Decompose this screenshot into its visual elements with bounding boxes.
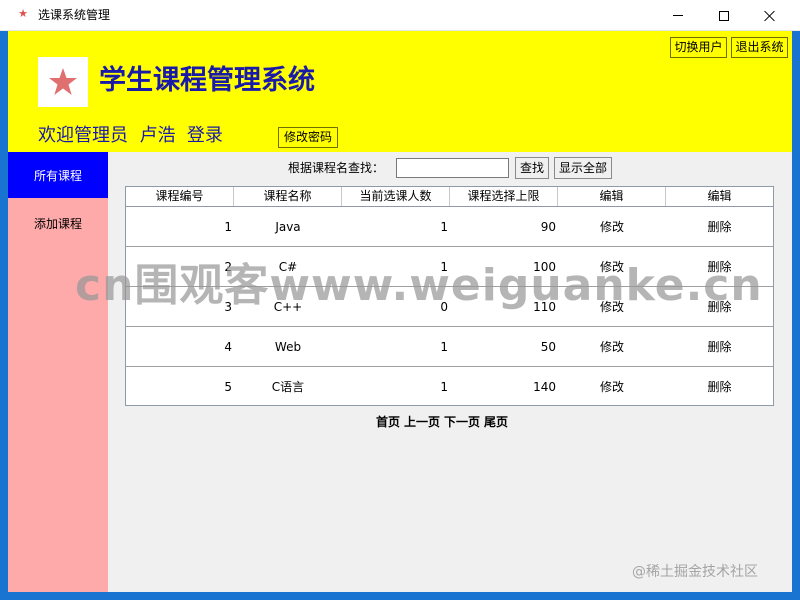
cell-course-name: C语言 <box>271 380 305 394</box>
cell-course-id: 1 <box>224 220 232 234</box>
change-password-button[interactable]: 修改密码 <box>278 127 338 148</box>
table-header: 课程编号 课程名称 当前选课人数 课程选择上限 编辑 编辑 <box>126 187 773 207</box>
window-frame-bottom <box>0 592 800 600</box>
delete-course-button[interactable]: 删除 <box>666 207 773 246</box>
edit-course-button[interactable]: 修改 <box>558 207 666 246</box>
watermark-overlay: cn围观客www.weiguanke.cn <box>75 260 763 311</box>
delete-course-button[interactable]: 删除 <box>666 327 773 366</box>
logo <box>38 57 88 107</box>
column-header-current-enrollment[interactable]: 当前选课人数 <box>342 187 450 206</box>
window-title: 选课系统管理 <box>38 8 111 22</box>
pagination: 首页 上一页 下一页 尾页 <box>376 414 508 430</box>
minimize-icon <box>673 15 683 16</box>
column-header-course-id[interactable]: 课程编号 <box>126 187 234 206</box>
cell-enrollment-limit: 140 <box>533 380 556 394</box>
cell-current-enrollment: 1 <box>440 340 448 354</box>
welcome-text: 欢迎管理员 卢浩 登录 <box>38 125 223 146</box>
window-frame-left <box>0 31 8 600</box>
last-page-link[interactable]: 尾页 <box>484 414 508 430</box>
previous-page-link[interactable]: 上一页 <box>404 414 440 430</box>
sidebar-item-add-course[interactable]: 添加课程 <box>8 200 108 246</box>
system-title: 学生课程管理系统 <box>99 65 315 96</box>
exit-system-button[interactable]: 退出系统 <box>731 37 788 58</box>
app-star-icon: ★ <box>18 7 28 20</box>
table-row[interactable]: 4 Web 1 50 修改 删除 <box>126 327 773 367</box>
star-icon <box>49 68 77 95</box>
course-name-search-input[interactable] <box>396 158 509 178</box>
next-page-link[interactable]: 下一页 <box>444 414 480 430</box>
maximize-button[interactable] <box>701 0 747 31</box>
cell-course-id: 5 <box>224 380 232 394</box>
first-page-link[interactable]: 首页 <box>376 414 400 430</box>
sidebar-item-all-courses[interactable]: 所有课程 <box>8 152 108 198</box>
cell-course-name: Java <box>275 220 301 234</box>
close-icon <box>764 10 776 22</box>
search-button[interactable]: 查找 <box>515 157 549 179</box>
corner-watermark: @稀土掘金技术社区 <box>632 564 758 580</box>
cell-course-id: 4 <box>224 340 232 354</box>
table-row[interactable]: 1 Java 1 90 修改 删除 <box>126 207 773 247</box>
switch-user-button[interactable]: 切换用户 <box>670 37 727 58</box>
show-all-button[interactable]: 显示全部 <box>554 157 612 179</box>
cell-current-enrollment: 1 <box>440 220 448 234</box>
delete-course-button[interactable]: 删除 <box>666 367 773 405</box>
column-header-course-name[interactable]: 课程名称 <box>234 187 342 206</box>
cell-enrollment-limit: 50 <box>540 340 556 354</box>
column-header-enrollment-limit[interactable]: 课程选择上限 <box>450 187 558 206</box>
edit-course-button[interactable]: 修改 <box>558 327 666 366</box>
edit-course-button[interactable]: 修改 <box>558 367 666 405</box>
cell-course-name: Web <box>274 340 302 354</box>
search-label: 根据课程名查找： <box>288 161 385 175</box>
cell-current-enrollment: 1 <box>440 380 448 394</box>
window-frame-right <box>792 31 800 600</box>
column-header-delete[interactable]: 编辑 <box>666 187 773 206</box>
column-header-edit[interactable]: 编辑 <box>558 187 666 206</box>
close-button[interactable] <box>747 0 793 31</box>
maximize-icon <box>719 10 729 21</box>
table-row[interactable]: 5 C语言 1 140 修改 删除 <box>126 367 773 405</box>
minimize-button[interactable] <box>655 0 701 31</box>
cell-enrollment-limit: 90 <box>540 220 556 234</box>
